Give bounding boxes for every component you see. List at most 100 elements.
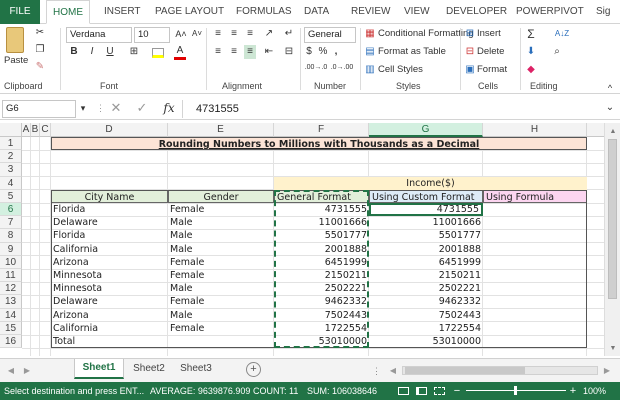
expand-formula-bar-icon[interactable]: ⌄ — [603, 101, 617, 115]
cell-custom-format[interactable]: 9462332 — [369, 295, 483, 308]
row-header[interactable]: 3 — [0, 163, 22, 177]
row-header[interactable]: 14 — [0, 308, 22, 322]
insert-cells-button[interactable]: Insert — [477, 27, 501, 41]
decrease-indent-icon[interactable]: ⇤ — [262, 45, 276, 59]
row-header[interactable]: 5 — [0, 189, 22, 203]
header-gender[interactable]: Gender — [168, 189, 274, 203]
scroll-right-icon[interactable]: ▶ — [602, 364, 612, 378]
tab-page-layout[interactable]: PAGE LAYOUT — [155, 0, 224, 24]
font-name-select[interactable]: Verdana — [66, 27, 132, 43]
tab-data[interactable]: DATA — [304, 0, 329, 24]
percent-button[interactable]: % — [318, 45, 328, 59]
copy-icon[interactable]: ❐ — [34, 43, 46, 57]
cell-custom-format[interactable]: 6451999 — [369, 256, 483, 269]
align-left-icon[interactable]: ≡ — [212, 45, 224, 59]
new-sheet-button[interactable]: + — [246, 362, 261, 377]
cell-city[interactable]: Florida — [51, 203, 168, 216]
cell-custom-format[interactable]: 5501777 — [369, 229, 483, 242]
column-header-e[interactable]: E — [168, 123, 274, 137]
bold-button[interactable]: B — [68, 45, 80, 59]
currency-button[interactable]: $ — [304, 45, 314, 59]
column-header-h[interactable]: H — [483, 123, 587, 137]
cell-general-format[interactable]: 1722554 — [274, 322, 369, 335]
autosum-icon[interactable]: Σ — [524, 27, 538, 41]
format-cells-button[interactable]: Format — [477, 63, 507, 77]
format-painter-icon[interactable]: ✎ — [34, 60, 46, 74]
shrink-font-icon[interactable]: A˅ — [190, 27, 204, 41]
font-size-select[interactable]: 10 — [134, 27, 170, 43]
align-bottom-icon[interactable]: ≡ — [244, 27, 256, 41]
scroll-thumb[interactable] — [608, 139, 617, 299]
cell-general-format[interactable]: 4731555 — [274, 203, 369, 216]
cell-city[interactable]: California — [51, 243, 168, 256]
cell-city[interactable]: Delaware — [51, 216, 168, 229]
italic-button[interactable]: I — [86, 45, 98, 59]
column-header-a[interactable]: A — [22, 123, 31, 137]
zoom-in-icon[interactable]: + — [568, 382, 578, 400]
page-break-view-icon[interactable] — [434, 387, 445, 395]
scroll-down-icon[interactable]: ▼ — [607, 342, 619, 356]
cell-custom-format[interactable]: 7502443 — [369, 309, 483, 322]
row-header[interactable]: 1 — [0, 137, 22, 151]
sheet-tab-sheet3[interactable]: Sheet3 — [174, 361, 218, 379]
tab-insert[interactable]: INSERT — [104, 0, 141, 24]
row-header[interactable]: 10 — [0, 255, 22, 269]
cell-gender[interactable]: Male — [168, 229, 274, 242]
align-top-icon[interactable]: ≡ — [212, 27, 224, 41]
tab-developer[interactable]: DEVELOPER — [446, 0, 507, 24]
align-right-icon[interactable]: ≡ — [244, 45, 256, 59]
vertical-scrollbar[interactable]: ▲ ▼ — [604, 123, 620, 356]
row-header[interactable]: 7 — [0, 216, 22, 230]
header-using-formula[interactable]: Using Formula — [483, 189, 587, 203]
scroll-left-icon[interactable]: ◀ — [388, 364, 398, 378]
income-header[interactable]: Income($) — [274, 176, 587, 190]
sheet-tab-sheet2[interactable]: Sheet2 — [127, 361, 171, 379]
cell-gender[interactable]: Female — [168, 256, 274, 269]
cell-city[interactable]: Arizona — [51, 309, 168, 322]
find-select-icon[interactable]: ⌕ — [550, 45, 564, 59]
prev-sheet-icon[interactable]: ◀ — [6, 364, 16, 378]
status-count[interactable]: COUNT: 11 — [253, 382, 298, 400]
cell-general-format[interactable]: 9462332 — [274, 295, 369, 308]
column-header-c[interactable]: C — [40, 123, 51, 137]
paste-icon[interactable] — [6, 27, 24, 53]
fill-color-icon[interactable] — [152, 48, 164, 58]
scroll-up-icon[interactable]: ▲ — [607, 125, 619, 139]
cell-custom-format[interactable]: 2001888 — [369, 243, 483, 256]
column-header-b[interactable]: B — [31, 123, 40, 137]
grow-font-icon[interactable]: A˄ — [174, 27, 188, 41]
cell-gender[interactable]: Female — [168, 203, 274, 216]
increase-decimal-button[interactable]: .00→.0 — [304, 61, 328, 75]
row-header[interactable]: 8 — [0, 229, 22, 243]
delete-cells-button[interactable]: Delete — [477, 45, 504, 59]
fill-icon[interactable]: ⬇ — [524, 45, 538, 59]
cell-city[interactable]: Minnesota — [51, 269, 168, 282]
zoom-level[interactable]: 100% — [583, 382, 606, 400]
cell-custom-format[interactable]: 2150211 — [369, 269, 483, 282]
cell-gender[interactable]: Male — [168, 243, 274, 256]
align-center-icon[interactable]: ≡ — [228, 45, 240, 59]
enter-icon[interactable]: ✓ — [134, 101, 150, 115]
paste-button[interactable]: Paste — [4, 54, 28, 68]
horizontal-scrollbar[interactable] — [402, 366, 598, 375]
cell-custom-format-selected[interactable]: 4731555 — [369, 203, 483, 217]
cell-general-format[interactable]: 2502221 — [274, 282, 369, 295]
cell-styles-button[interactable]: Cell Styles — [378, 63, 423, 77]
tab-split-grip-icon[interactable]: ⋮ — [372, 364, 381, 378]
clear-icon[interactable]: ◆ — [524, 63, 538, 77]
cell-general-format[interactable]: 7502443 — [274, 309, 369, 322]
select-all-corner[interactable] — [0, 123, 22, 137]
cell-gender[interactable]: Male — [168, 216, 274, 229]
underline-button[interactable]: U — [104, 45, 116, 59]
horizontal-scroll-thumb[interactable] — [405, 367, 525, 374]
total-label[interactable]: Total — [51, 335, 168, 348]
row-header[interactable]: 12 — [0, 282, 22, 296]
format-as-table-button[interactable]: Format as Table — [378, 45, 446, 59]
zoom-out-icon[interactable]: − — [452, 382, 462, 400]
font-color-icon[interactable]: A — [174, 45, 186, 60]
row-header[interactable]: 9 — [0, 242, 22, 256]
row-header[interactable]: 15 — [0, 321, 22, 335]
cell-general-format[interactable]: 5501777 — [274, 229, 369, 242]
comma-style-button[interactable]: , — [332, 45, 340, 59]
header-general-format[interactable]: General Format — [274, 189, 369, 203]
